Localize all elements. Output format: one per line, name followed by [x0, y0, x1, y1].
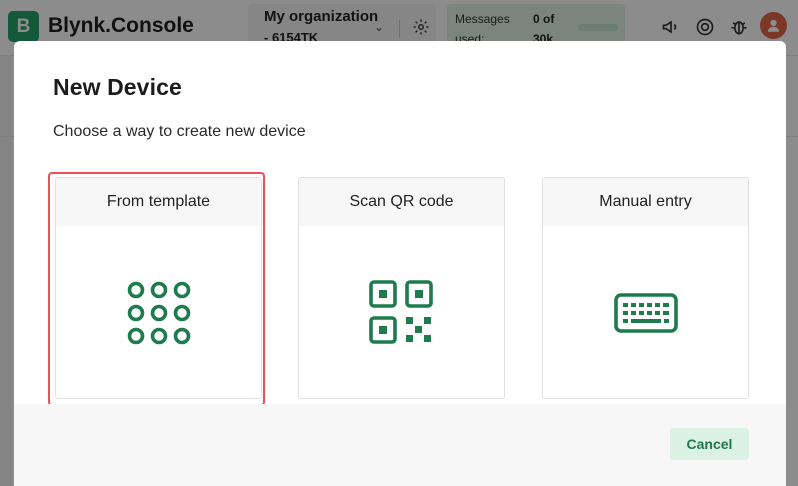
cancel-button[interactable]: Cancel	[670, 428, 749, 460]
option-label: Manual entry	[543, 178, 748, 226]
option-label: From template	[56, 178, 261, 226]
option-scan-qr-code[interactable]: Scan QR code	[298, 177, 505, 399]
grid-icon	[127, 281, 190, 345]
modal-title: New Device	[53, 74, 182, 100]
qr-code-icon	[368, 280, 433, 344]
option-from-template[interactable]: From template	[55, 177, 262, 399]
option-manual-entry[interactable]: Manual entry	[542, 177, 749, 399]
keyboard-icon	[613, 293, 678, 333]
option-label: Scan QR code	[299, 178, 504, 226]
new-device-modal: New Device Choose a way to create new de…	[14, 41, 786, 486]
modal-subtitle: Choose a way to create new device	[53, 123, 306, 140]
